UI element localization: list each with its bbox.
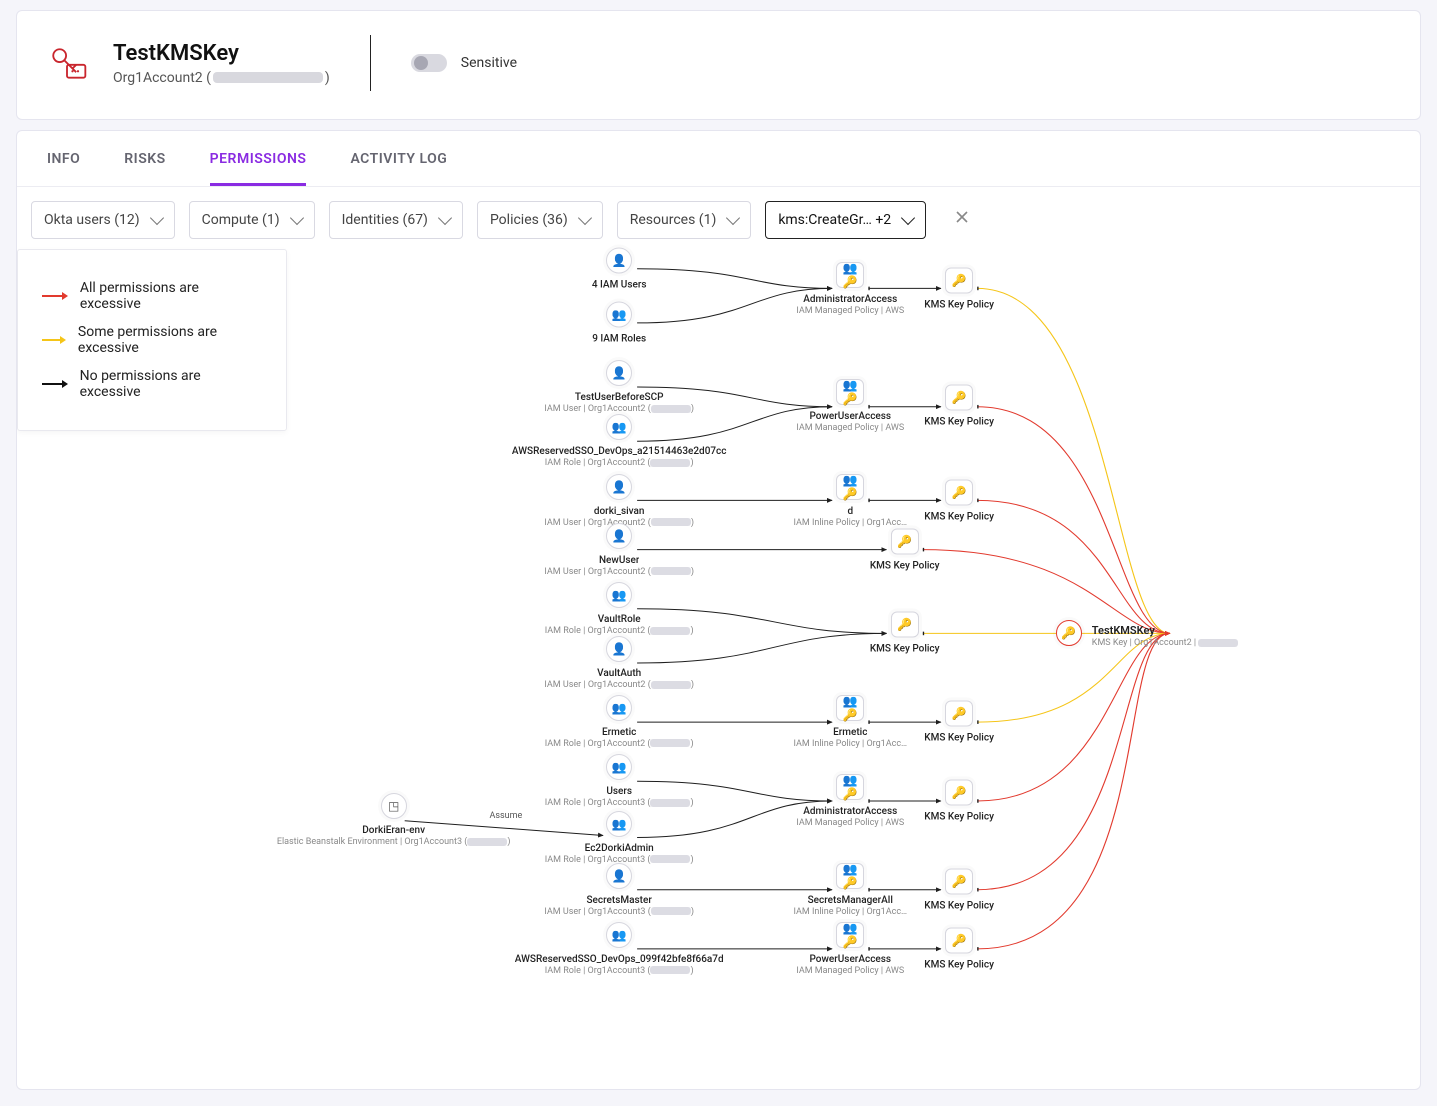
tab-risks[interactable]: RISKS [124,131,165,186]
filters-row: Okta users (12) Compute (1) Identities (… [17,187,1420,253]
arrow-icon [42,295,64,297]
page-header: TestKMSKey Org1Account2 () Sensitive [16,10,1421,120]
redacted-account-id [213,72,323,83]
tab-permissions[interactable]: PERMISSIONS [210,131,307,186]
chevron-down-icon [726,211,740,225]
filter-compute[interactable]: Compute (1) [189,201,315,239]
legend: All permissions are excessive Some permi… [17,249,287,431]
chevron-down-icon [290,211,304,225]
legend-row: No permissions are excessive [42,368,262,400]
chevron-down-icon [901,211,915,225]
arrow-icon [42,339,62,341]
filter-policies[interactable]: Policies (36) [477,201,603,239]
page-subtitle: Org1Account2 () [113,70,330,86]
legend-row: All permissions are excessive [42,280,262,312]
filter-identities[interactable]: Identities (67) [329,201,463,239]
page-title: TestKMSKey [113,41,330,66]
clear-filters-button[interactable] [946,201,978,233]
kms-key-icon [45,41,89,85]
filter-resources[interactable]: Resources (1) [617,201,752,239]
sensitive-label: Sensitive [461,55,517,71]
close-icon [955,210,969,224]
legend-row: Some permissions are excessive [42,324,262,356]
sensitive-toggle[interactable] [411,54,447,72]
tab-activity[interactable]: ACTIVITY LOG [350,131,447,186]
tabs: INFO RISKS PERMISSIONS ACTIVITY LOG [17,131,1420,187]
filter-action[interactable]: kms:CreateGr… +2 [765,201,926,239]
arrow-icon [42,383,64,385]
header-divider [370,35,371,91]
tab-info[interactable]: INFO [47,131,80,186]
graph-edges [297,249,1408,1077]
permission-graph[interactable]: 👤4 IAM Users 👥9 IAM Roles 👤TestUserBefor… [297,249,1408,1077]
chevron-down-icon [438,211,452,225]
chevron-down-icon [578,211,592,225]
content-card: INFO RISKS PERMISSIONS ACTIVITY LOG Okta… [16,130,1421,1090]
chevron-down-icon [150,211,164,225]
filter-okta[interactable]: Okta users (12) [31,201,175,239]
